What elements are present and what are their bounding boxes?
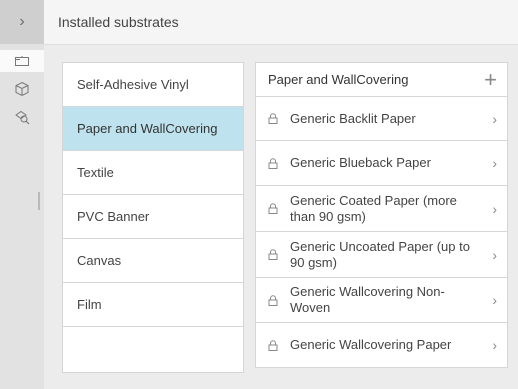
substrate-panel: Paper and WallCovering + Generic Backlit… bbox=[255, 62, 508, 368]
chevron-right-icon: › bbox=[492, 200, 497, 217]
substrate-label: Generic Wallcovering Paper bbox=[290, 337, 452, 352]
substrate-label: Generic Uncoated Paper (up to 90 gsm) bbox=[290, 238, 470, 270]
substrate-label: Generic Backlit Paper bbox=[290, 110, 416, 126]
side-rail: › bbox=[0, 0, 44, 389]
back-button[interactable]: › bbox=[0, 0, 44, 44]
category-label: Self-Adhesive Vinyl bbox=[77, 77, 189, 92]
substrate-item[interactable]: Generic Wallcovering Non-Woven › bbox=[256, 278, 507, 323]
chevron-right-icon: › bbox=[492, 292, 497, 308]
lock-icon bbox=[268, 203, 286, 214]
category-item-canvas[interactable]: Canvas bbox=[63, 239, 243, 283]
search-substrate-tab[interactable] bbox=[0, 106, 44, 128]
cube-tab[interactable] bbox=[0, 78, 44, 100]
rail-scroll-handle[interactable] bbox=[38, 192, 40, 210]
substrate-item[interactable]: Generic Wallcovering Paper › bbox=[256, 323, 507, 367]
substrate-roll-icon bbox=[15, 56, 29, 66]
substrate-label: Generic Coated Paper (more than 90 gsm) bbox=[290, 192, 457, 224]
substrate-item[interactable]: Generic Uncoated Paper (up to 90 gsm) › bbox=[256, 232, 507, 278]
substrate-item[interactable]: Generic Blueback Paper › bbox=[256, 141, 507, 186]
chevron-right-icon: › bbox=[492, 155, 497, 171]
lock-icon bbox=[268, 249, 286, 260]
category-label: Canvas bbox=[77, 253, 122, 268]
substrate-label: Generic Wallcovering Non-Woven bbox=[290, 284, 445, 315]
chevron-right-icon: › bbox=[19, 13, 25, 30]
category-label: Textile bbox=[77, 165, 114, 180]
chevron-right-icon: › bbox=[492, 110, 497, 127]
lock-icon bbox=[268, 339, 286, 351]
page-header: Installed substrates bbox=[44, 0, 518, 45]
category-label: PVC Banner bbox=[77, 209, 150, 224]
category-item-pvc-banner[interactable]: PVC Banner bbox=[63, 195, 243, 239]
category-item-textile[interactable]: Textile bbox=[63, 151, 243, 195]
chevron-right-icon: › bbox=[492, 337, 497, 353]
substrate-label: Generic Blueback Paper bbox=[290, 155, 431, 170]
substrate-item[interactable]: Generic Backlit Paper › bbox=[256, 97, 507, 141]
lock-icon bbox=[268, 294, 286, 306]
substrate-roll-tab[interactable] bbox=[0, 50, 44, 72]
category-item-self-adhesive-vinyl[interactable]: Self-Adhesive Vinyl bbox=[63, 63, 243, 107]
category-label: Paper and WallCovering bbox=[77, 121, 218, 136]
category-item-paper-wallcovering[interactable]: Paper and WallCovering bbox=[63, 107, 243, 151]
substrate-item[interactable]: Generic Coated Paper (more than 90 gsm) … bbox=[256, 186, 507, 232]
category-label: Film bbox=[77, 297, 102, 312]
lock-icon bbox=[268, 113, 286, 124]
category-item-film[interactable]: Film bbox=[63, 283, 243, 327]
substrate-panel-header: Paper and WallCovering + bbox=[256, 63, 507, 97]
plus-icon[interactable]: + bbox=[484, 68, 497, 91]
page-title: Installed substrates bbox=[58, 14, 179, 30]
substrate-panel-title: Paper and WallCovering bbox=[268, 72, 409, 87]
cube-icon bbox=[15, 81, 29, 97]
lock-icon bbox=[268, 157, 286, 169]
category-item-empty bbox=[63, 327, 243, 372]
chevron-right-icon: › bbox=[492, 246, 497, 263]
category-list: Self-Adhesive Vinyl Paper and WallCoveri… bbox=[62, 62, 244, 373]
search-substrate-icon bbox=[15, 110, 30, 125]
